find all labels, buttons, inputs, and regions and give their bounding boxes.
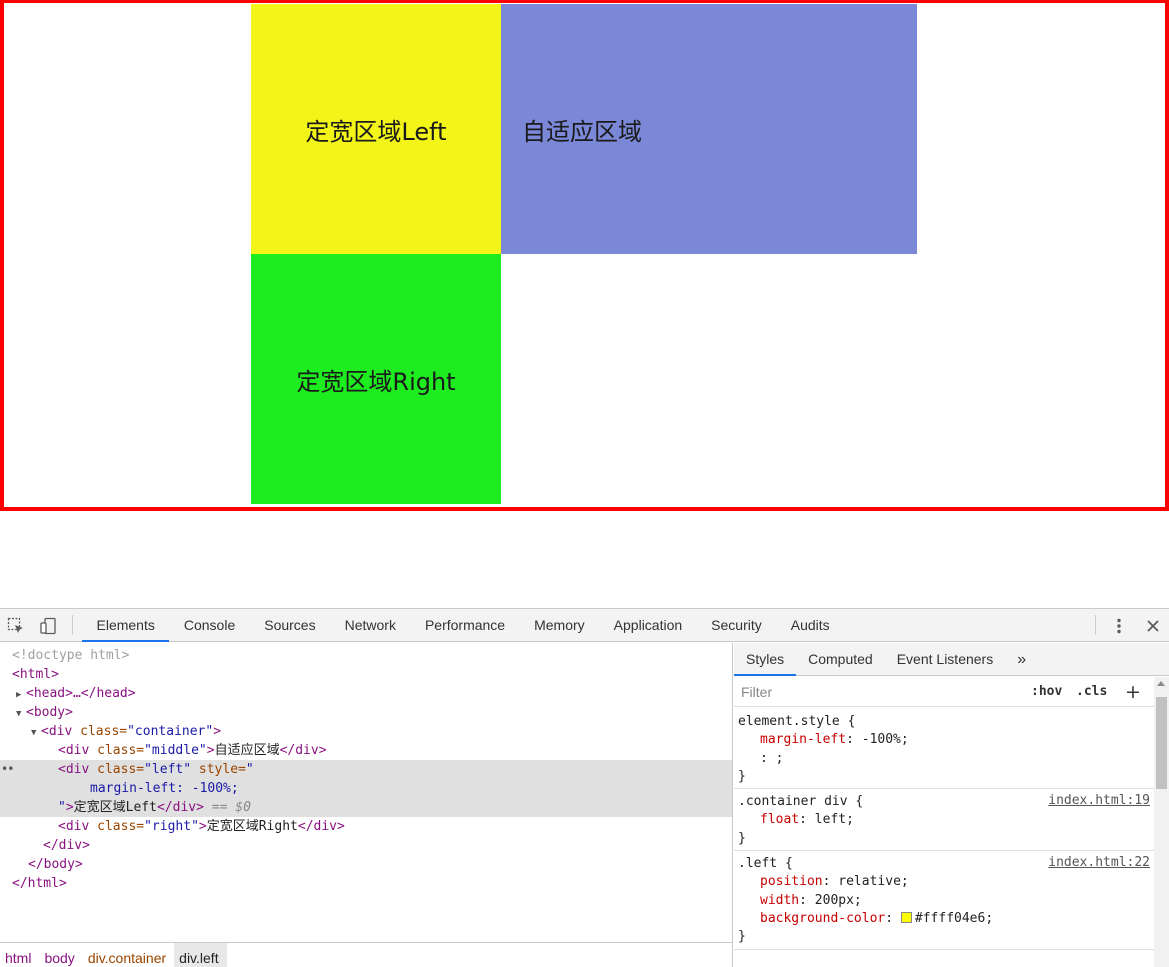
tab-styles[interactable]: Styles	[734, 643, 797, 676]
rule-source-link[interactable]: index.html:22	[1048, 855, 1150, 870]
dom-node-right[interactable]: <div class="right">定宽区域Right</div>	[0, 817, 732, 836]
rule-container-div: .container div { index.html:19 float: le…	[734, 789, 1154, 852]
css-property-empty[interactable]: : ;	[738, 750, 1154, 768]
tab-console[interactable]: Console	[169, 609, 249, 642]
tab-computed[interactable]: Computed	[796, 643, 885, 676]
dom-node-left-selected[interactable]: •• <div class="left" style="	[0, 760, 732, 779]
breadcrumb-body[interactable]: body	[39, 943, 82, 967]
dom-tree: <!doctype html> <html> ▶ <head>…</head> ▼…	[0, 646, 732, 893]
device-toolbar-icon[interactable]	[37, 615, 59, 637]
tab-sources[interactable]: Sources	[250, 609, 330, 642]
tab-performance[interactable]: Performance	[410, 609, 519, 642]
breadcrumb-div-container[interactable]: div.container	[83, 943, 174, 967]
css-property[interactable]: float: left;	[738, 811, 1154, 829]
left-block: 定宽区域Left	[251, 4, 501, 254]
scrollbar-thumb[interactable]	[1156, 697, 1167, 789]
styles-scrollbar[interactable]	[1154, 677, 1169, 967]
right-block-label: 定宽区域Right	[296, 367, 456, 396]
rule-left: .left { index.html:22 position: relative…	[734, 851, 1154, 950]
more-tabs-icon[interactable]: »	[1005, 643, 1038, 676]
dom-node-body-close[interactable]: </body>	[0, 855, 732, 874]
tab-elements[interactable]: Elements	[82, 609, 170, 642]
rule-element-style: element.style { margin-left: -100%; : ; …	[734, 709, 1154, 790]
color-swatch[interactable]	[900, 911, 912, 923]
style-rules: element.style { margin-left: -100%; : ; …	[734, 709, 1154, 950]
toolbar-separator-right	[1095, 615, 1096, 635]
dom-node-html[interactable]: <html>	[0, 665, 732, 684]
dom-node-head[interactable]: ▶ <head>…</head>	[0, 684, 732, 703]
elements-pane: <!doctype html> <html> ▶ <head>…</head> ▼…	[0, 643, 733, 967]
tab-audits[interactable]: Audits	[776, 609, 844, 642]
dom-node-left-close: ">定宽区域Left</div> == $0	[0, 798, 732, 817]
css-property[interactable]: background-color: #ffff04e6;	[738, 910, 1154, 928]
dom-node-body[interactable]: ▼ <body>	[0, 703, 732, 722]
new-style-rule-button[interactable]: +	[1125, 677, 1141, 707]
rule-close: }	[738, 929, 746, 945]
tab-security[interactable]: Security	[697, 609, 777, 642]
scroll-up-arrow-icon[interactable]	[1157, 681, 1165, 686]
dom-node-container[interactable]: ▼ <div class="container">	[0, 722, 732, 741]
more-dots-icon[interactable]: ••	[1, 760, 14, 779]
tab-network[interactable]: Network	[330, 609, 410, 642]
tab-application[interactable]: Application	[599, 609, 697, 642]
dom-node-middle[interactable]: <div class="middle">自适应区域</div>	[0, 741, 732, 760]
devtools-tabs: Elements Console Sources Network Perform…	[82, 609, 844, 642]
breadcrumb-div-left[interactable]: div.left	[174, 943, 227, 967]
css-property[interactable]: position: relative;	[738, 873, 1154, 891]
styles-filter-input[interactable]	[737, 681, 1017, 703]
css-property[interactable]: width: 200px;	[738, 892, 1154, 910]
dom-node-container-close[interactable]: </div>	[0, 836, 732, 855]
page-viewport: 定宽区域Left 自适应区域 定宽区域Right	[0, 0, 1169, 608]
sidebar-tabs: Styles Computed Event Listeners »	[734, 643, 1169, 676]
hover-state-button[interactable]: :hov	[1031, 677, 1062, 707]
dom-node-left-style: margin-left: -100%;	[0, 779, 732, 798]
more-options-icon[interactable]	[1108, 615, 1130, 637]
styles-pane: Styles Computed Event Listeners » :hov .…	[734, 643, 1169, 967]
dom-node-doctype[interactable]: <!doctype html>	[0, 646, 732, 665]
middle-block: 自适应区域	[501, 4, 917, 254]
class-toggle-button[interactable]: .cls	[1076, 677, 1107, 707]
styles-filter-bar: :hov .cls +	[734, 677, 1154, 707]
breadcrumb: html body div.container div.left	[0, 942, 732, 967]
tab-memory[interactable]: Memory	[520, 609, 600, 642]
close-icon[interactable]	[1142, 615, 1164, 637]
css-property[interactable]: margin-left: -100%;	[738, 731, 1154, 749]
devtools-toolbar: Elements Console Sources Network Perform…	[0, 609, 1169, 642]
inspect-element-icon[interactable]	[5, 615, 27, 637]
middle-block-label: 自适应区域	[522, 117, 642, 146]
dom-node-html-close[interactable]: </html>	[0, 874, 732, 893]
rule-source-link[interactable]: index.html:19	[1048, 793, 1150, 808]
right-block: 定宽区域Right	[251, 254, 501, 504]
rule-close: }	[738, 768, 746, 784]
devtools-panel: Elements Console Sources Network Perform…	[0, 608, 1169, 967]
breadcrumb-html[interactable]: html	[0, 943, 39, 967]
tab-event-listeners[interactable]: Event Listeners	[885, 643, 1006, 676]
left-block-label: 定宽区域Left	[305, 117, 447, 146]
rule-close: }	[738, 830, 746, 846]
rule-selector: element.style {	[738, 714, 856, 729]
toolbar-separator	[72, 615, 73, 635]
